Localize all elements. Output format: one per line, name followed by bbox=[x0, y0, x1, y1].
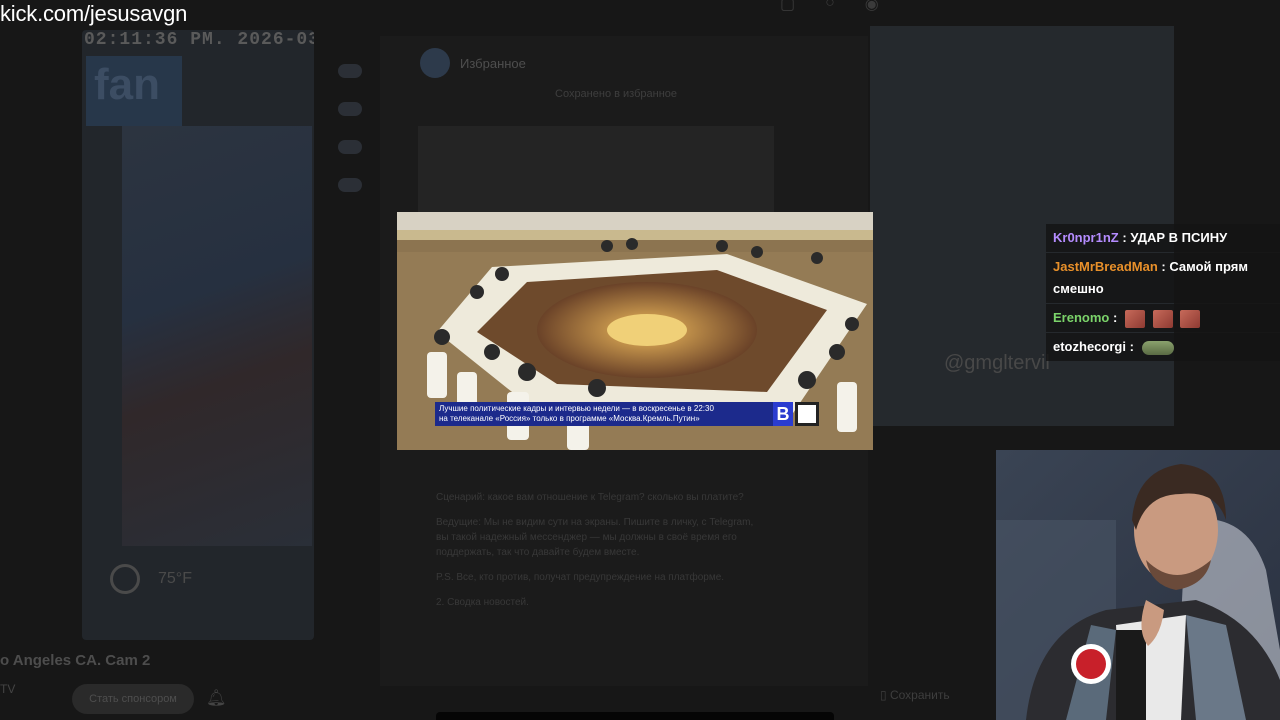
article-paragraph: Сценарий: какое вам отношение к Telegram… bbox=[436, 492, 744, 503]
messenger-sidebar bbox=[328, 40, 372, 340]
cam-clock: 02:11:36 PM. 2026-03- bbox=[84, 30, 314, 50]
chat-message: Erenomo : bbox=[1046, 304, 1280, 332]
search-icon[interactable]: ○ bbox=[825, 0, 835, 14]
chat-folder-icon[interactable] bbox=[338, 178, 362, 192]
article-paragraph: P.S. Все, кто против, получат предупрежд… bbox=[436, 572, 725, 583]
news-ticker: Лучшие политические кадры и интервью нед… bbox=[435, 402, 775, 426]
chat-header: Избранное bbox=[420, 48, 526, 78]
streamer-webcam bbox=[996, 450, 1280, 720]
cam-scene bbox=[122, 126, 312, 546]
temperature: 75°F bbox=[158, 570, 192, 587]
watermark: @gmgltervil bbox=[944, 352, 1050, 374]
channel-logo-text: fan bbox=[94, 60, 160, 109]
webcam-feed bbox=[996, 450, 1280, 720]
chat-username[interactable]: Kr0npr1nZ bbox=[1053, 230, 1119, 245]
cam-channel-name[interactable]: TV bbox=[0, 682, 15, 696]
chat-username[interactable]: JastMrBreadMan bbox=[1053, 259, 1158, 274]
tv-channel-logo: В bbox=[773, 402, 793, 426]
sponsor-button[interactable]: Стать спонсором bbox=[72, 684, 194, 714]
emote-icon bbox=[1124, 309, 1145, 328]
chat-title: Избранное bbox=[460, 55, 526, 71]
live-cam-player[interactable]: 02:11:36 PM. 2026-03- fan 75°F bbox=[82, 30, 314, 640]
chat-username[interactable]: etozhecorgi bbox=[1053, 339, 1126, 354]
qr-code-icon bbox=[795, 402, 819, 426]
emote-icon bbox=[1180, 309, 1201, 328]
chat-folder-icon[interactable] bbox=[338, 64, 362, 78]
article-paragraph: Ведущие: Мы не видим сути на экраны. Пиш… bbox=[436, 517, 754, 558]
ticker-line: на телеканале «Россия» только в программ… bbox=[439, 414, 700, 423]
save-button[interactable]: ▯ Сохранить bbox=[880, 688, 950, 702]
sun-icon bbox=[110, 564, 140, 594]
chat-folder-icon[interactable] bbox=[338, 140, 362, 154]
weather-widget: 75°F bbox=[110, 564, 192, 594]
chat-message: etozhecorgi : bbox=[1046, 333, 1280, 361]
avatar bbox=[420, 48, 450, 78]
top-toolbar: ▢ ○ ◉ bbox=[780, 0, 879, 14]
chat-username[interactable]: Erenomo bbox=[1053, 310, 1109, 325]
article-paragraph: 2. Сводка новостей. bbox=[436, 597, 529, 608]
chat-message: JastMrBreadMan : Самой прям смешно bbox=[1046, 253, 1280, 303]
player-control-bar[interactable] bbox=[436, 712, 834, 720]
window-icon[interactable]: ▢ bbox=[780, 0, 795, 14]
cam-video-title: o Angeles CA. Cam 2 bbox=[0, 652, 151, 669]
stream-chat-overlay: Kr0npr1nZ : УДАР В ПСИНУ JastMrBreadMan … bbox=[1046, 224, 1280, 364]
bookmark-icon: ▯ bbox=[880, 688, 890, 702]
video-player[interactable]: Лучшие политические кадры и интервью нед… bbox=[397, 212, 873, 450]
chat-text: УДАР В ПСИНУ bbox=[1130, 230, 1228, 245]
channel-url: kick.com/jesusavgn bbox=[0, 1, 188, 26]
channel-logo: fan bbox=[86, 56, 182, 126]
chat-folder-icon[interactable] bbox=[338, 102, 362, 116]
ticker-line: Лучшие политические кадры и интервью нед… bbox=[439, 404, 714, 413]
bell-icon[interactable]: 🔔︎ bbox=[206, 688, 226, 708]
info-icon[interactable]: ◉ bbox=[865, 0, 879, 14]
save-label: Сохранить bbox=[889, 688, 950, 702]
chat-message: Kr0npr1nZ : УДАР В ПСИНУ bbox=[1046, 224, 1280, 252]
emote-icon bbox=[1152, 309, 1173, 328]
pinned-label: Сохранено в избранное bbox=[555, 88, 677, 100]
message-text: Сценарий: какое вам отношение к Telegram… bbox=[436, 490, 756, 620]
message-photo bbox=[418, 126, 774, 216]
frog-emote-icon bbox=[1141, 340, 1174, 355]
